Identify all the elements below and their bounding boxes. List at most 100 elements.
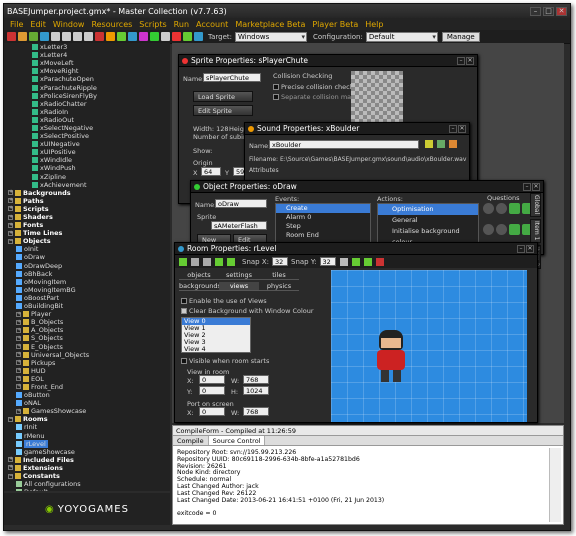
action-icon[interactable] bbox=[509, 224, 520, 235]
visible-start-checkbox[interactable]: Visible when room starts bbox=[181, 357, 269, 365]
tree-item[interactable]: + Backgrounds bbox=[4, 189, 170, 197]
expand-icon[interactable]: + bbox=[16, 352, 21, 358]
edit-sprite-button[interactable]: Edit Sprite bbox=[193, 105, 253, 116]
room-tab[interactable]: backgrounds bbox=[179, 282, 221, 291]
toolbar-icon[interactable] bbox=[150, 32, 159, 41]
toolbar-icon[interactable] bbox=[51, 32, 60, 41]
tree-item[interactable]: xParachuteOpen bbox=[4, 75, 170, 83]
expand-icon[interactable]: + bbox=[16, 368, 21, 374]
sound-window-minimize[interactable]: – bbox=[449, 124, 457, 133]
toolbar-icon[interactable] bbox=[18, 32, 27, 41]
room-window-close[interactable]: ✕ bbox=[526, 244, 534, 253]
close-button[interactable]: ✕ bbox=[556, 6, 567, 16]
menu-item[interactable]: Resources bbox=[91, 20, 132, 29]
action-icon[interactable] bbox=[483, 203, 494, 214]
tree-item[interactable]: xAchievement bbox=[4, 181, 170, 189]
tree-item[interactable]: xLetter3 bbox=[4, 43, 170, 51]
expand-icon[interactable]: + bbox=[16, 335, 21, 341]
expand-icon[interactable]: + bbox=[16, 311, 21, 317]
tree-item[interactable]: + Paths bbox=[4, 197, 170, 205]
action-icon[interactable] bbox=[496, 203, 507, 214]
menu-item[interactable]: Scripts bbox=[139, 20, 166, 29]
object-window-close[interactable]: ✕ bbox=[532, 182, 540, 191]
menu-item[interactable]: Window bbox=[53, 20, 85, 29]
tree-item[interactable]: oInit bbox=[4, 245, 170, 253]
view-w-input[interactable]: 768 bbox=[243, 375, 269, 384]
toolbar-icon[interactable] bbox=[172, 32, 181, 41]
menu-item[interactable]: Marketplace Beta bbox=[235, 20, 305, 29]
tree-item[interactable]: + Front_End bbox=[4, 383, 170, 391]
expand-icon[interactable]: − bbox=[8, 473, 13, 479]
tree-item[interactable]: − Objects bbox=[4, 237, 170, 245]
tree-item[interactable]: + EOL bbox=[4, 375, 170, 383]
view-h-input[interactable]: 1024 bbox=[243, 386, 269, 395]
room-window-minimize[interactable]: – bbox=[517, 244, 525, 253]
event-item[interactable]: Step bbox=[276, 222, 370, 231]
tree-item[interactable]: oDrawDeep bbox=[4, 262, 170, 270]
expand-icon[interactable]: + bbox=[8, 190, 13, 196]
menu-item[interactable]: Help bbox=[365, 20, 383, 29]
toolbar-icon[interactable] bbox=[139, 32, 148, 41]
tree-item[interactable]: + HUD bbox=[4, 367, 170, 375]
tree-item[interactable]: xRadioOut bbox=[4, 116, 170, 124]
toolbar-icon[interactable] bbox=[7, 32, 16, 41]
tree-item[interactable]: xRadioChatter bbox=[4, 100, 170, 108]
side-tab-global[interactable]: Global bbox=[530, 193, 541, 217]
tree-item[interactable]: oMovingItemBG bbox=[4, 286, 170, 294]
tree-item[interactable]: xWindIdle bbox=[4, 156, 170, 164]
expand-icon[interactable]: + bbox=[16, 319, 21, 325]
toolbar-icon[interactable] bbox=[117, 32, 126, 41]
tree-item[interactable]: oBuildingBit bbox=[4, 302, 170, 310]
tree-item[interactable]: + Shaders bbox=[4, 213, 170, 221]
tree-item[interactable]: oButton bbox=[4, 391, 170, 399]
toolbar-icon[interactable] bbox=[84, 32, 93, 41]
expand-icon[interactable]: + bbox=[16, 408, 21, 414]
tab-source-control[interactable]: Source Control bbox=[208, 436, 266, 445]
zoom-icon[interactable] bbox=[351, 257, 360, 266]
tree-item[interactable]: xParachuteRipple bbox=[4, 83, 170, 92]
tree-item[interactable]: xMoveLeft bbox=[4, 59, 170, 67]
tree-item[interactable]: xSelectNegative bbox=[4, 124, 170, 132]
config-dropdown[interactable]: Default bbox=[365, 31, 438, 42]
tree-item[interactable]: + S_Objects bbox=[4, 334, 170, 342]
clear-background-checkbox[interactable]: Clear Background with Window Colour bbox=[181, 307, 314, 315]
origin-x-input[interactable]: 64 bbox=[201, 167, 221, 176]
toolbar-icon[interactable] bbox=[161, 32, 170, 41]
action-icon[interactable] bbox=[483, 224, 494, 235]
sprite-window-close[interactable]: ✕ bbox=[466, 56, 474, 65]
action-item[interactable]: Initialise background colour bbox=[378, 226, 478, 246]
tree-item[interactable]: rMenu bbox=[4, 432, 170, 440]
event-item[interactable]: Room End bbox=[276, 231, 370, 240]
expand-icon[interactable]: + bbox=[8, 198, 13, 204]
tree-item[interactable]: rInit bbox=[4, 423, 170, 431]
tree-item[interactable]: + B_Objects bbox=[4, 318, 170, 326]
sprite-window-minimize[interactable]: – bbox=[457, 56, 465, 65]
tree-item[interactable]: xSelectPositive bbox=[4, 132, 170, 140]
expand-icon[interactable]: + bbox=[8, 214, 13, 220]
snapy-input[interactable]: 32 bbox=[319, 257, 336, 266]
expand-icon[interactable]: + bbox=[8, 465, 13, 471]
action-item[interactable]: Optimisation bbox=[378, 204, 478, 215]
tree-item[interactable]: xLetter4 bbox=[4, 51, 170, 59]
menu-item[interactable]: Account bbox=[196, 20, 228, 29]
toolbar-icon[interactable] bbox=[73, 32, 82, 41]
toolbar-icon[interactable] bbox=[106, 32, 115, 41]
toolbar-icon[interactable] bbox=[40, 32, 49, 41]
event-item[interactable]: Create bbox=[276, 204, 370, 213]
minimize-button[interactable]: – bbox=[530, 6, 541, 16]
room-canvas[interactable] bbox=[331, 270, 527, 422]
target-dropdown[interactable]: Windows bbox=[235, 31, 308, 42]
toolbar-icon[interactable] bbox=[62, 32, 71, 41]
port-x-input[interactable]: 0 bbox=[199, 407, 225, 416]
toolbar-icon[interactable] bbox=[95, 32, 104, 41]
room-tab[interactable]: tiles bbox=[259, 271, 299, 280]
load-sprite-button[interactable]: Load Sprite bbox=[193, 91, 253, 102]
compile-scrollbar[interactable] bbox=[549, 448, 561, 522]
tree-item[interactable]: + A_Objects bbox=[4, 326, 170, 334]
room-tab[interactable]: objects bbox=[179, 271, 219, 280]
manage-button[interactable]: Manage bbox=[441, 31, 480, 42]
menu-item[interactable]: Edit bbox=[30, 20, 46, 29]
toolbar-icon[interactable] bbox=[194, 32, 203, 41]
enable-views-checkbox[interactable]: Enable the use of Views bbox=[181, 297, 267, 305]
tree-item[interactable]: oNAL bbox=[4, 399, 170, 407]
